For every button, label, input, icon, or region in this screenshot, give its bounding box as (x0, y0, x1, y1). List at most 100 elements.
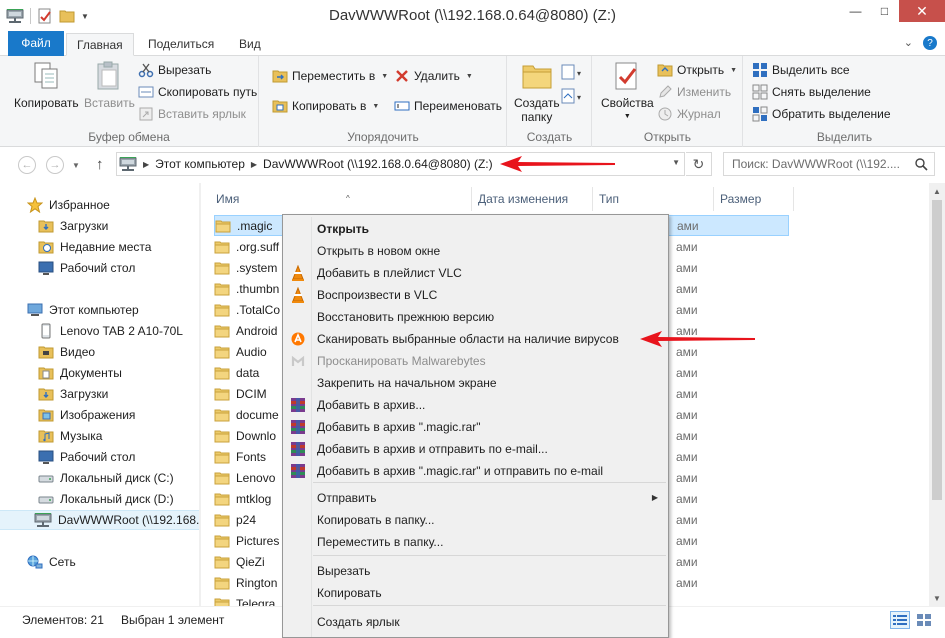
context-menu-item[interactable]: Восстановить прежнюю версию (285, 306, 666, 328)
tab-view[interactable]: Вид (229, 33, 271, 56)
nav-item-label: Рабочий стол (60, 261, 136, 275)
new-folder-label-1: Создать (514, 96, 560, 110)
tab-file[interactable]: Файл (8, 31, 64, 56)
back-button[interactable]: ← (18, 156, 36, 174)
context-menu-item[interactable]: Создать ярлык (285, 611, 666, 633)
context-menu-label: Переместить в папку... (317, 535, 444, 549)
nav-item[interactable]: Видео (0, 342, 201, 362)
nav-item[interactable]: Загрузки (0, 216, 201, 236)
context-menu-item[interactable]: Переместить в папку... (285, 531, 666, 553)
context-menu-item[interactable]: Копировать (285, 582, 666, 604)
nav-item[interactable]: Рабочий стол (0, 447, 201, 467)
recent-locations-icon[interactable]: ▼ (72, 161, 80, 170)
context-menu-label: Открыть в новом окне (317, 244, 441, 258)
file-name: Fonts (236, 449, 267, 464)
context-menu-item[interactable]: Открыть (285, 218, 666, 240)
folder-icon (214, 534, 230, 548)
file-name: Lenovo (236, 470, 276, 485)
up-button[interactable]: ↑ (96, 156, 104, 173)
vertical-scrollbar[interactable]: ▲ ▼ (929, 183, 945, 606)
large-icons-view-button[interactable] (914, 611, 934, 629)
nav-item[interactable]: Документы (0, 363, 201, 383)
context-menu-item[interactable]: Сканировать выбранные области на наличие… (285, 328, 666, 350)
context-menu-item[interactable]: Добавить в плейлист VLC (285, 262, 666, 284)
nav-item[interactable]: Этот компьютер (0, 300, 201, 320)
easy-access-icon[interactable]: ▾ (560, 88, 586, 106)
copy-path-button[interactable]: Скопировать путь (138, 82, 257, 102)
nav-item[interactable]: Локальный диск (D:) (0, 489, 201, 509)
forward-button[interactable]: → (46, 156, 64, 174)
context-menu-item[interactable]: Добавить в архив... (285, 394, 666, 416)
context-menu-item[interactable]: Добавить в архив и отправить по e-mail..… (285, 438, 666, 460)
folder-icon (214, 429, 230, 443)
help-icon[interactable]: ? (923, 36, 937, 50)
context-menu-item[interactable]: Копировать в папку... (285, 509, 666, 531)
refresh-button[interactable]: ↻ (686, 152, 712, 176)
organize-group-label: Упорядочить (347, 130, 419, 144)
details-view-icon (893, 615, 907, 625)
address-dropdown-icon[interactable]: ▼ (672, 158, 680, 167)
context-menu-item[interactable]: Открыть в новом окне (285, 240, 666, 262)
column-size[interactable]: Размер (714, 187, 794, 211)
copy-button[interactable]: Копировать (14, 60, 79, 110)
new-folder-button[interactable]: Создать папку (514, 60, 560, 124)
column-type[interactable]: Тип (593, 187, 714, 211)
nav-item[interactable]: DavWWWRoot (\\192.168.0. (0, 510, 201, 530)
column-date[interactable]: Дата изменения (472, 187, 593, 211)
nav-item[interactable]: Рабочий стол (0, 258, 201, 278)
column-name[interactable]: Имя ^ (210, 187, 472, 211)
close-button[interactable]: ✕ (899, 0, 945, 22)
nav-item[interactable]: Загрузки (0, 384, 201, 404)
context-menu-item[interactable]: Добавить в архив ".magic.rar" (285, 416, 666, 438)
menu-icon-slot (285, 372, 311, 394)
file-type: ами (676, 428, 698, 443)
edit-button[interactable]: Изменить (657, 82, 731, 102)
delete-button[interactable]: Удалить ▼ (394, 66, 473, 86)
nav-item[interactable]: Избранное (0, 195, 201, 215)
open-button[interactable]: Открыть ▼ (657, 60, 737, 80)
search-icon[interactable] (915, 158, 928, 171)
nav-item[interactable]: Недавние места (0, 237, 201, 257)
chevron-down-icon[interactable]: ⌄ (904, 36, 913, 50)
maximize-button[interactable]: □ (870, 0, 899, 22)
history-button[interactable]: Журнал (657, 104, 721, 124)
scroll-up-icon[interactable]: ▲ (929, 183, 945, 199)
context-menu-item[interactable]: Вырезать (285, 560, 666, 582)
nav-item[interactable]: Локальный диск (C:) (0, 468, 201, 488)
context-menu-item[interactable]: Добавить в архив ".magic.rar" и отправит… (285, 460, 666, 482)
paste-button[interactable]: Вставить (84, 60, 135, 110)
context-menu-item[interactable]: Отправить ▶ (285, 487, 666, 509)
history-label: Журнал (677, 107, 721, 121)
move-to-button[interactable]: Переместить в ▼ (272, 66, 388, 86)
chevron-right-icon[interactable]: ▶ (251, 160, 257, 169)
invert-selection-button[interactable]: Обратить выделение (752, 104, 891, 124)
breadcrumb-computer[interactable]: Этот компьютер (155, 157, 245, 171)
scroll-down-icon[interactable]: ▼ (929, 590, 945, 606)
nav-item[interactable]: Сеть (0, 552, 201, 572)
copy-to-button[interactable]: Копировать в ▼ (272, 96, 379, 116)
cut-button[interactable]: Вырезать (138, 60, 211, 80)
scrollbar-thumb[interactable] (932, 200, 942, 500)
breadcrumb-drive[interactable]: DavWWWRoot (\\192.168.0.64@8080) (Z:) (263, 157, 493, 171)
nav-item[interactable]: Изображения (0, 405, 201, 425)
nav-item[interactable]: Lenovo TAB 2 A10-70L (0, 321, 201, 341)
rename-button[interactable]: Переименовать (394, 96, 502, 116)
context-menu-item[interactable]: Закрепить на начальном экране (285, 372, 666, 394)
open-label: Открыть (677, 63, 725, 77)
tab-share[interactable]: Поделиться (138, 33, 224, 56)
nav-item[interactable]: Музыка (0, 426, 201, 446)
device-icon (38, 323, 54, 339)
new-item-icon[interactable]: ▾ (560, 64, 586, 82)
search-input[interactable]: Поиск: DavWWWRoot (\\192.... (723, 152, 935, 176)
select-none-button[interactable]: Снять выделение (752, 82, 871, 102)
chevron-right-icon[interactable]: ▶ (143, 160, 149, 169)
paste-shortcut-button[interactable]: Вставить ярлык (138, 104, 246, 124)
tab-home[interactable]: Главная (66, 33, 134, 56)
select-all-button[interactable]: Выделить все (752, 60, 850, 80)
file-type: ами (676, 407, 698, 422)
minimize-button[interactable]: — (841, 0, 870, 22)
context-menu-item[interactable]: Просканировать Malwarebytes (285, 350, 666, 372)
properties-button[interactable]: Свойства ▼ (601, 60, 654, 124)
context-menu-item[interactable]: Воспроизвести в VLC (285, 284, 666, 306)
details-view-button[interactable] (890, 611, 910, 629)
